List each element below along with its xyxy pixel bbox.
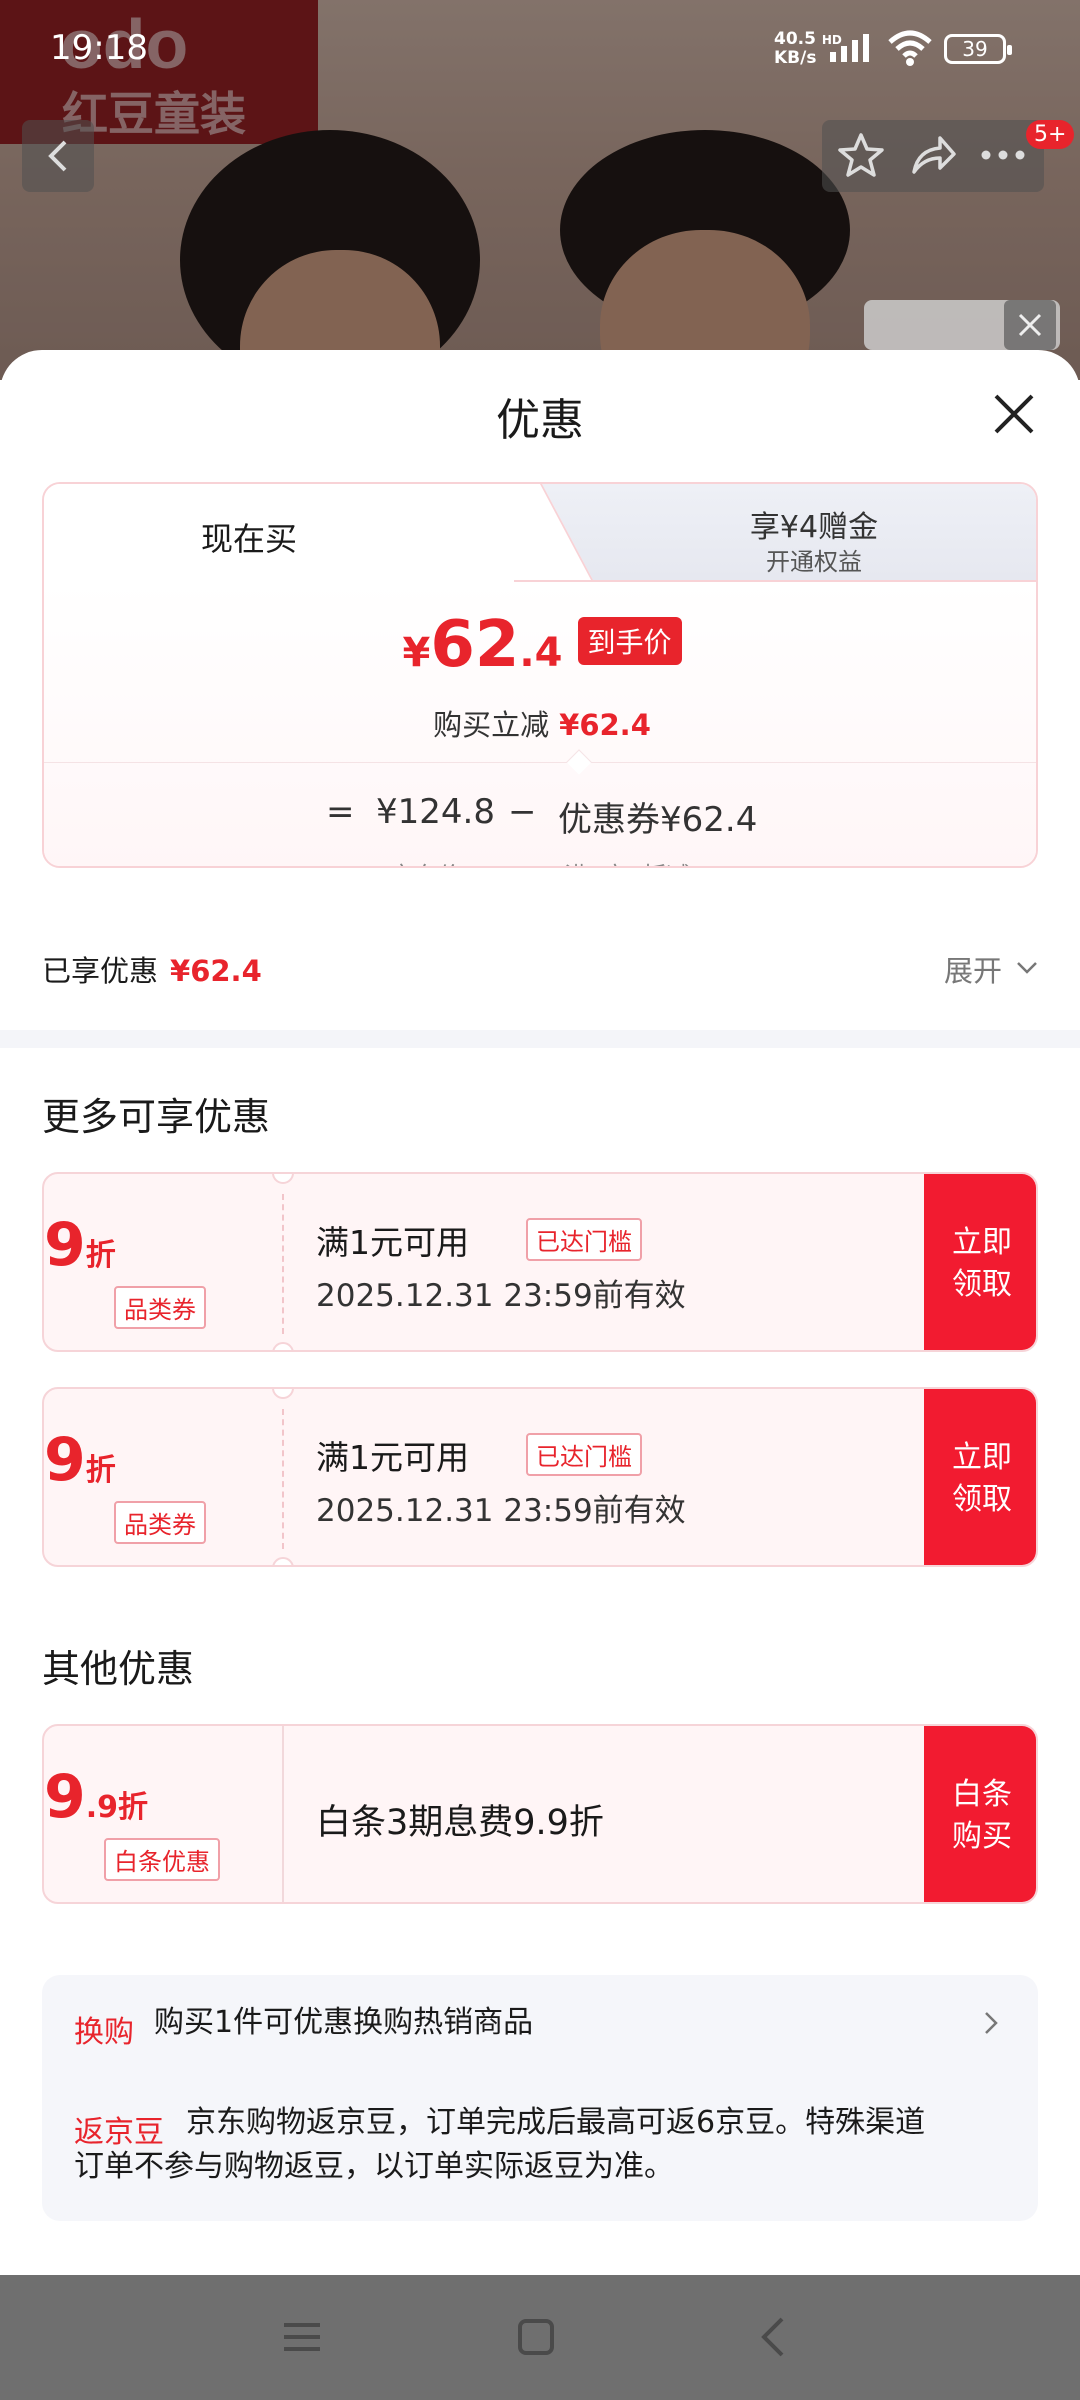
- swap-text[interactable]: 购买1件可优惠换购热销商品: [154, 2001, 533, 2045]
- floating-promo-close-button[interactable]: [1004, 300, 1056, 350]
- section-more-discounts: 更多可享优惠: [42, 1095, 271, 1139]
- baitiao-card: 9.9折 白条优惠 白条3期息费9.9折 白条 购买: [42, 1724, 1038, 1904]
- calc-equals: =: [326, 792, 355, 832]
- price-card: 现在买 享¥4赠金 开通权益 ¥62.4 到手价 购买立减 ¥62.4 = ¥12…: [42, 482, 1038, 868]
- final-price: ¥62.4: [402, 608, 563, 682]
- wifi-icon: [888, 30, 932, 66]
- status-bar: 19:18 40.5 HD KB/s 39: [0, 0, 1080, 96]
- chevron-right-icon[interactable]: [982, 2009, 1000, 2037]
- calc-minus: −: [508, 792, 537, 832]
- share-icon: [912, 136, 956, 174]
- claim-coupon-button[interactable]: 立即 领取: [924, 1389, 1036, 1565]
- home-icon[interactable]: [514, 2315, 558, 2359]
- bean-text-line1: 京东购物返京豆，订单完成后最高可返6京豆。特殊渠道: [186, 2105, 926, 2140]
- threshold-met-badge: 已达门槛: [526, 1433, 642, 1476]
- coupon-type-badge: 品类券: [114, 1501, 206, 1544]
- signal-icon: [830, 34, 869, 62]
- coupon-deduction-label: 满1享5折减62.4: [564, 856, 744, 866]
- threshold-met-badge: 已达门槛: [526, 1218, 642, 1261]
- coupon-condition: 满1元可用: [316, 1438, 469, 1477]
- coupon-validity: 2025.12.31 23:59前有效: [316, 1493, 686, 1529]
- claim-coupon-button[interactable]: 立即 领取: [924, 1174, 1036, 1350]
- tab-buy-now-label: 现在买: [200, 520, 297, 558]
- top-actions: [822, 120, 1044, 192]
- enjoyed-discount: 已享优惠 ¥62.4: [42, 954, 262, 988]
- sheet-title: 优惠: [496, 395, 584, 446]
- section-other-discounts: 其他优惠: [42, 1647, 195, 1691]
- tab-gift-sublabel: 开通权益: [766, 548, 862, 576]
- battery-icon: 39: [944, 34, 1012, 64]
- instant-reduce: 购买立减 ¥62.4: [433, 708, 651, 742]
- baitiao-type-badge: 白条优惠: [104, 1838, 220, 1881]
- bean-text-line2: 订单不参与购物返豆，以订单实际返豆为准。: [74, 2149, 674, 2184]
- system-nav-bar: [0, 2275, 1080, 2400]
- share-button[interactable]: [908, 130, 958, 184]
- tab-gift-label: 享¥4赠金: [749, 510, 879, 545]
- chevron-left-icon: [48, 140, 67, 172]
- baitiao-buy-button[interactable]: 白条 购买: [924, 1726, 1036, 1902]
- coupon-card: 9折 品类券 满1元可用 已达门槛 2025.12.31 23:59前有效 立即…: [42, 1172, 1038, 1352]
- menu-icon[interactable]: [280, 2315, 324, 2359]
- final-price-tag: 到手价: [577, 617, 682, 665]
- baitiao-text: 白条3期息费9.9折: [316, 1803, 604, 1843]
- more-button[interactable]: [978, 138, 1028, 176]
- back-nav-icon[interactable]: [752, 2315, 796, 2359]
- clock: 19:18: [50, 28, 148, 68]
- net-speed-value: 40.5: [774, 29, 816, 49]
- coupon-discount: 9折: [44, 1210, 116, 1280]
- extra-benefits: 换购 购买1件可优惠换购热销商品 返京豆 京东购物返京豆，订单完成后最高可返6京…: [42, 1975, 1038, 2221]
- close-icon: [1018, 313, 1042, 337]
- back-button[interactable]: [22, 120, 94, 192]
- coupon-validity: 2025.12.31 23:59前有效: [316, 1278, 686, 1314]
- final-price-row: ¥62.4 到手价: [44, 608, 1036, 682]
- coupon-card: 9折 品类券 满1元可用 已达门槛 2025.12.31 23:59前有效 立即…: [42, 1387, 1038, 1567]
- discount-sheet: 优惠 现在买 享¥4赠金 开通权益 ¥62.4 到手价 购买立减 ¥62.4 = …: [0, 350, 1080, 2275]
- more-dots-icon: [981, 150, 1025, 160]
- swap-label: 换购: [74, 2015, 134, 2050]
- coupon-type-badge: 品类券: [114, 1286, 206, 1329]
- coupon-condition: 满1元可用: [316, 1223, 469, 1262]
- price-detail: ¥62.4 到手价 购买立减¥62.4 = ¥124.8 京东价 − 优惠券¥6…: [44, 580, 1036, 866]
- baitiao-discount: 9.9折: [44, 1762, 149, 1832]
- sheet-close-button[interactable]: [988, 388, 1040, 440]
- favorite-button[interactable]: [836, 130, 886, 184]
- coupon-discount: 9折: [44, 1425, 116, 1495]
- jd-price: ¥124.8: [376, 792, 495, 832]
- coupon-deduction: 优惠券¥62.4: [558, 800, 758, 840]
- expand-button[interactable]: 展开: [944, 948, 1002, 990]
- chevron-down-icon[interactable]: [1016, 960, 1038, 976]
- jd-price-label: 京东价: [390, 856, 462, 866]
- star-icon: [838, 133, 884, 177]
- notification-badge: 5+: [1026, 120, 1075, 149]
